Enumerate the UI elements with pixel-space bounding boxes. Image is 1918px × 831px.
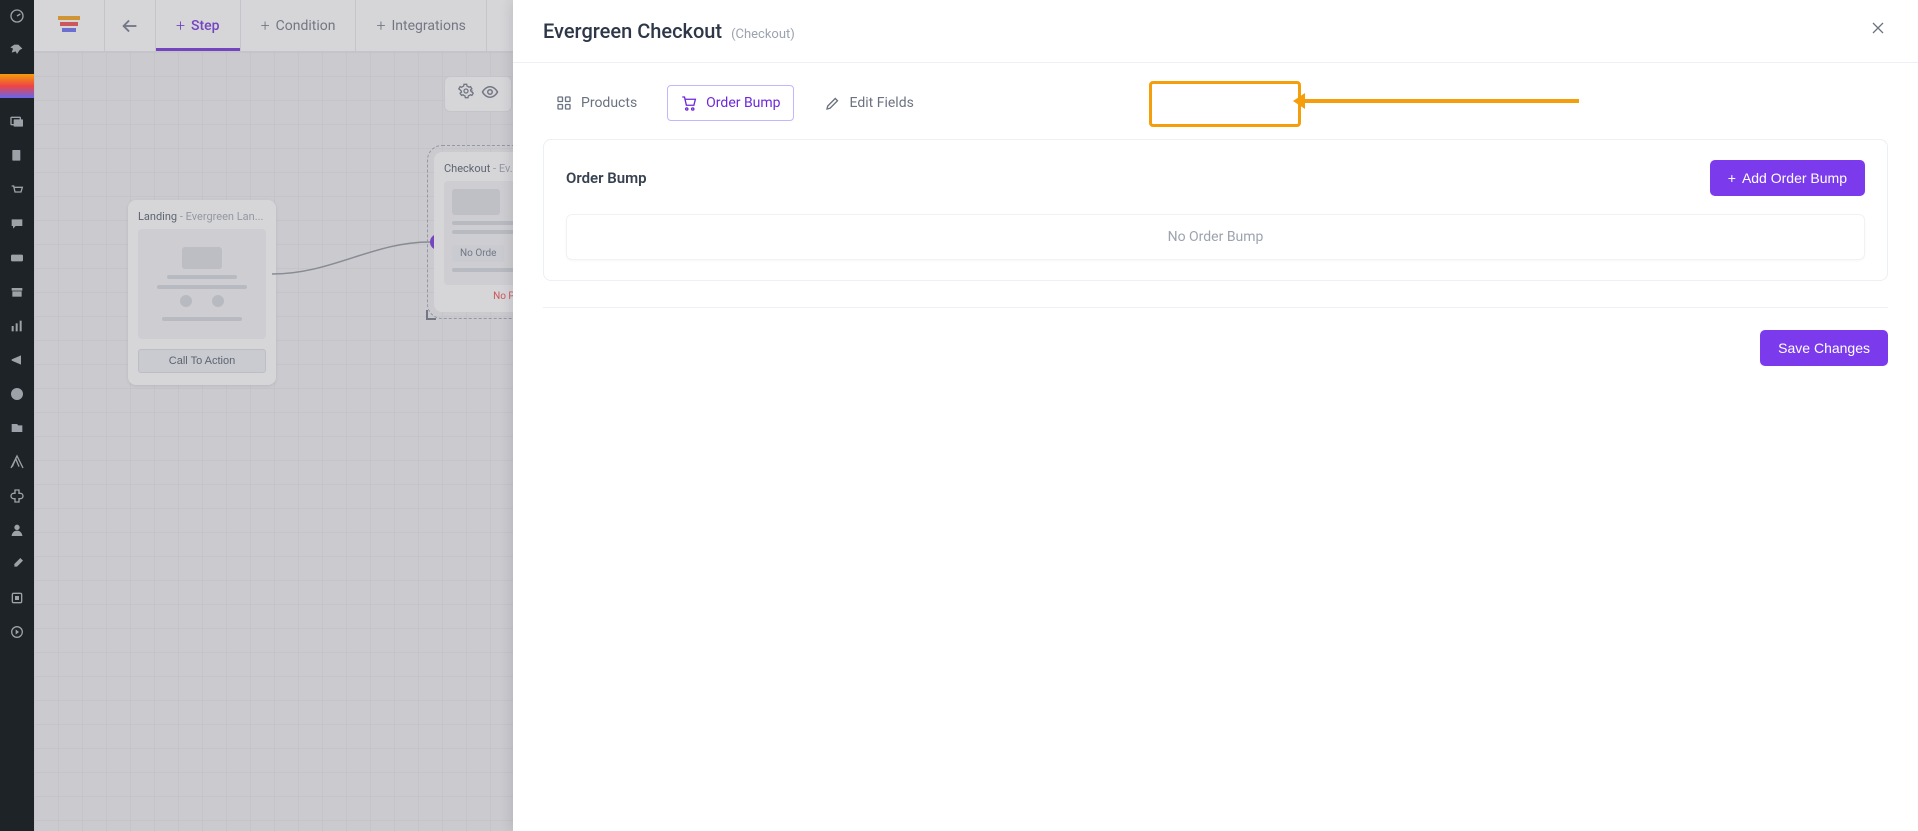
grid-icon <box>555 94 573 112</box>
pages-icon[interactable] <box>0 146 34 166</box>
settings-icon[interactable] <box>0 588 34 608</box>
tab-products[interactable]: Products <box>543 86 649 120</box>
add-order-bump-button[interactable]: + Add Order Bump <box>1710 160 1865 196</box>
elementor-icon[interactable] <box>0 384 34 404</box>
drawer-footer: Save Changes <box>543 307 1888 366</box>
cart-icon[interactable] <box>0 180 34 200</box>
woo-icon[interactable] <box>0 248 34 268</box>
close-icon[interactable] <box>1868 18 1888 44</box>
section-heading: Order Bump <box>566 169 647 187</box>
empty-state: No Order Bump <box>566 214 1865 260</box>
tab-label: Order Bump <box>706 95 780 111</box>
annotation-arrow <box>1303 99 1579 103</box>
tab-label: Edit Fields <box>850 95 914 111</box>
tab-edit-fields[interactable]: Edit Fields <box>812 86 926 120</box>
comments-icon[interactable] <box>0 214 34 234</box>
tools-icon[interactable] <box>0 554 34 574</box>
button-label: Add Order Bump <box>1742 170 1847 186</box>
collapse-icon[interactable] <box>0 622 34 642</box>
templates-icon[interactable] <box>0 418 34 438</box>
tab-order-bump[interactable]: Order Bump <box>667 85 793 121</box>
wp-admin-sidebar <box>0 0 34 831</box>
drawer-panel: Evergreen Checkout (Checkout) Products O… <box>513 0 1918 831</box>
drawer-type: (Checkout) <box>731 27 795 42</box>
funnel-app-icon[interactable] <box>0 74 34 98</box>
cart-icon <box>680 94 698 112</box>
media-icon[interactable] <box>0 112 34 132</box>
appearance-icon[interactable] <box>0 452 34 472</box>
annotation-highlight <box>1149 81 1301 127</box>
analytics-icon[interactable] <box>0 316 34 336</box>
plugins-icon[interactable] <box>0 486 34 506</box>
order-bump-card: Order Bump + Add Order Bump No Order Bum… <box>543 139 1888 281</box>
marketing-icon[interactable] <box>0 350 34 370</box>
pin-icon[interactable] <box>0 40 34 60</box>
archive-icon[interactable] <box>0 282 34 302</box>
save-changes-button[interactable]: Save Changes <box>1760 330 1888 366</box>
plus-icon: + <box>1728 170 1736 186</box>
drawer-tabs: Products Order Bump Edit Fields <box>513 63 1918 139</box>
tab-label: Products <box>581 95 637 111</box>
card-header: Order Bump + Add Order Bump <box>566 160 1865 196</box>
drawer-body: Order Bump + Add Order Bump No Order Bum… <box>513 139 1918 396</box>
users-icon[interactable] <box>0 520 34 540</box>
drawer-title: Evergreen Checkout (Checkout) <box>543 19 795 43</box>
pencil-icon <box>824 94 842 112</box>
dashboard-icon[interactable] <box>0 6 34 26</box>
drawer-header: Evergreen Checkout (Checkout) <box>513 0 1918 63</box>
drawer-title-text: Evergreen Checkout <box>543 19 722 43</box>
